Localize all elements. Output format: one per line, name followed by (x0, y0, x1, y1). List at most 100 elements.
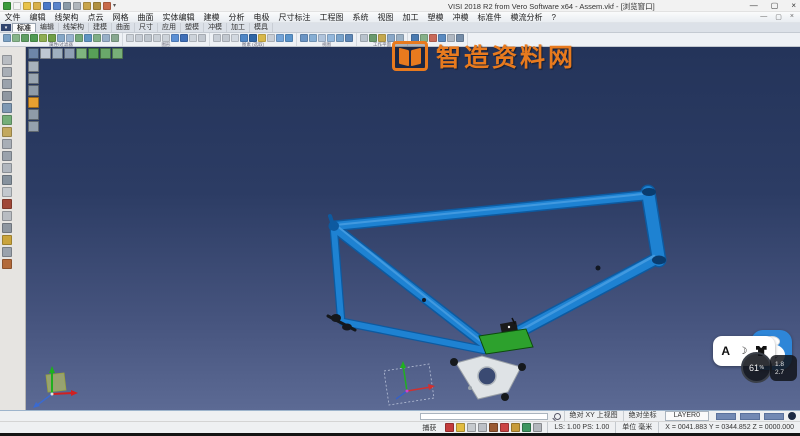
quick-access-caret-icon[interactable]: ▾ (113, 2, 116, 9)
menu-item[interactable]: 建模 (199, 12, 224, 23)
line-weight-box[interactable] (764, 413, 784, 420)
toolbar-icon[interactable] (84, 34, 92, 42)
dock-tool-icon[interactable] (2, 199, 12, 209)
toolbar-icon[interactable] (336, 34, 344, 42)
viewport-tool-icon[interactable] (76, 48, 87, 59)
toolbar-tab[interactable]: 建模 (89, 23, 112, 32)
toolbar-icon[interactable] (420, 34, 428, 42)
menu-item[interactable]: 模流分析 (506, 12, 547, 23)
toolbar-icon[interactable] (285, 34, 293, 42)
close-button[interactable]: × (791, 0, 796, 12)
menu-item[interactable]: 工程图 (315, 12, 348, 23)
battery-percent-badge[interactable]: 61% (741, 352, 772, 383)
toolbar-icon[interactable] (21, 34, 29, 42)
toolbar-icon[interactable] (411, 34, 419, 42)
toolbar-icon[interactable] (93, 34, 101, 42)
layer-color-box[interactable] (716, 413, 736, 420)
quick-access-icon[interactable] (63, 2, 71, 10)
menu-item[interactable]: 系统 (348, 12, 373, 23)
viewport-tool-icon[interactable] (88, 48, 99, 59)
status-input-field[interactable] (420, 413, 548, 420)
toolbar-tab[interactable]: 加工 (227, 23, 250, 32)
menu-item[interactable]: 加工 (398, 12, 423, 23)
dock-tool-icon[interactable] (2, 259, 12, 269)
toolbar-tab[interactable]: 塑模 (181, 23, 204, 32)
snap-toggle-icon[interactable] (511, 423, 520, 432)
snap-toggle-icon[interactable] (489, 423, 498, 432)
menu-item[interactable]: 实体编辑 (158, 12, 199, 23)
toolbar-tab[interactable]: 冲模 (204, 23, 227, 32)
toolbar-icon[interactable] (39, 34, 47, 42)
toolbar-icon[interactable] (267, 34, 275, 42)
toolbar-tab[interactable]: 线架构 (59, 23, 89, 32)
units-cell[interactable]: 单位 毫米 (615, 422, 658, 433)
viewport-tool-icon[interactable] (100, 48, 111, 59)
maximize-button[interactable]: ▢ (771, 0, 779, 12)
dock-tool-icon[interactable] (2, 91, 12, 101)
menu-item[interactable]: 编辑 (25, 12, 50, 23)
viewport-tool-icon[interactable] (64, 48, 75, 59)
toolbar-icon[interactable] (300, 34, 308, 42)
toolbar-tab[interactable]: 标准 (12, 23, 36, 32)
workplane-indicator-cell[interactable]: 绝对 XY 上视图 (564, 411, 623, 421)
toolbar-icon[interactable] (162, 34, 170, 42)
toolbar-icon[interactable] (345, 34, 353, 42)
dock-tool-icon[interactable] (2, 139, 12, 149)
toolbar-icon[interactable] (48, 34, 56, 42)
dock-tool-icon[interactable] (2, 175, 12, 185)
dock-tool-icon[interactable] (2, 151, 12, 161)
search-icon[interactable] (554, 413, 561, 420)
toolbar-icon[interactable] (102, 34, 110, 42)
toolbar-icon[interactable] (198, 34, 206, 42)
toolbar-icon[interactable] (3, 34, 11, 42)
toolbar-tab[interactable]: 应用 (158, 23, 181, 32)
toolbar-icon[interactable] (153, 34, 161, 42)
color-dot-icon[interactable] (788, 412, 796, 420)
menu-item[interactable]: 网格 (108, 12, 133, 23)
snap-toggle-icon[interactable] (467, 423, 476, 432)
toolbar-icon[interactable] (258, 34, 266, 42)
dock-tool-icon[interactable] (2, 55, 12, 65)
line-style-box[interactable] (740, 413, 760, 420)
toolbar-icon[interactable] (30, 34, 38, 42)
snap-toggle-icon[interactable] (522, 423, 531, 432)
snap-toggle-icon[interactable] (456, 423, 465, 432)
toolbar-icon[interactable] (213, 34, 221, 42)
dock-tool-icon[interactable] (2, 187, 12, 197)
net-speed-panel[interactable]: 1.8 2.7 (770, 355, 797, 381)
viewport-tool-icon[interactable] (28, 121, 39, 132)
quick-access-icon[interactable] (13, 2, 21, 10)
toolbar-icon[interactable] (135, 34, 143, 42)
viewport-tool-icon[interactable] (28, 85, 39, 96)
toolbar-icon[interactable] (180, 34, 188, 42)
menu-item[interactable]: 标准件 (473, 12, 506, 23)
toolbar-icon[interactable] (12, 34, 20, 42)
menu-item[interactable]: 点云 (83, 12, 108, 23)
menu-item[interactable]: 尺寸标注 (274, 12, 315, 23)
viewport-tool-icon[interactable] (28, 109, 39, 120)
viewport-tool-icon[interactable] (28, 48, 39, 59)
viewport-tool-icon[interactable] (40, 48, 51, 59)
toolbar-icon[interactable] (396, 34, 404, 42)
snap-toggle-icon[interactable] (500, 423, 509, 432)
dock-tool-icon[interactable] (2, 223, 12, 233)
active-layer-cell[interactable]: LAYER0 (665, 411, 709, 421)
quick-access-icon[interactable] (103, 2, 111, 10)
menu-item[interactable]: 电极 (249, 12, 274, 23)
toolbar-icon[interactable] (249, 34, 257, 42)
dock-tool-icon[interactable] (2, 163, 12, 173)
toolbar-icon[interactable] (369, 34, 377, 42)
quick-access-icon[interactable] (43, 2, 51, 10)
toolbar-icon[interactable] (144, 34, 152, 42)
toolbar-icon[interactable] (240, 34, 248, 42)
coords-mode-cell[interactable]: 绝对坐标 (623, 411, 662, 421)
toolbar-icon[interactable] (309, 34, 317, 42)
toolbar-icon[interactable] (231, 34, 239, 42)
quick-access-icon[interactable] (93, 2, 101, 10)
mdi-minimize-button[interactable]: — (760, 13, 767, 21)
menu-item[interactable]: 曲面 (133, 12, 158, 23)
toolbar-icon[interactable] (171, 34, 179, 42)
menu-item[interactable]: 分析 (224, 12, 249, 23)
toolbar-icon[interactable] (66, 34, 74, 42)
quick-access-icon[interactable] (33, 2, 41, 10)
